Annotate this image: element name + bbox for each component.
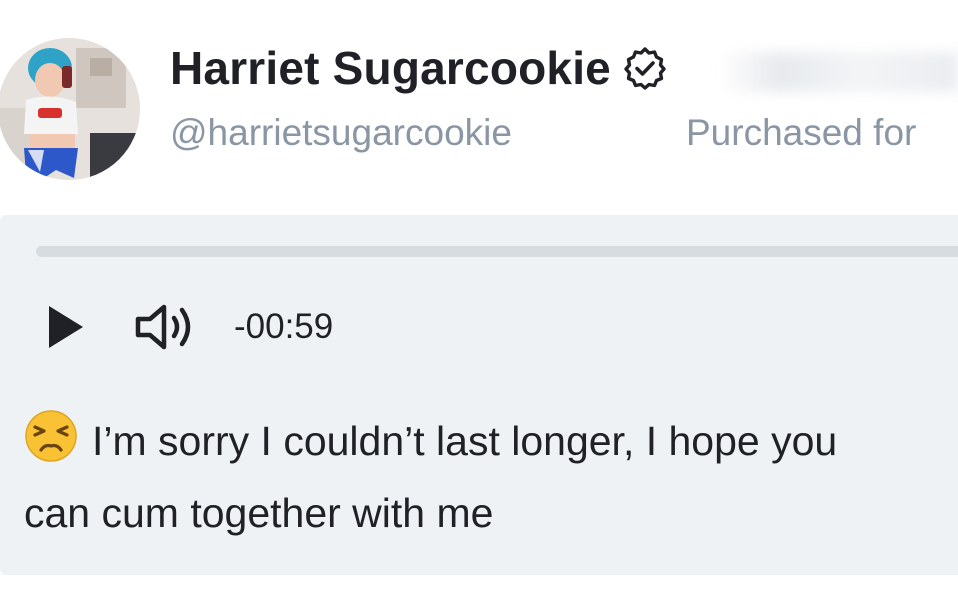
time-remaining: -00:59 bbox=[234, 307, 334, 346]
play-button[interactable] bbox=[42, 301, 88, 353]
audio-progress-bar[interactable] bbox=[36, 246, 958, 257]
display-name[interactable]: Harriet Sugarcookie bbox=[170, 41, 611, 95]
purchased-label: Purchased for bbox=[686, 112, 917, 153]
audio-message: -00:59 I’m sorry I couldn’t last longer,… bbox=[0, 215, 958, 575]
username[interactable]: @harrietsugarcookie bbox=[170, 112, 512, 154]
volume-button[interactable] bbox=[134, 299, 200, 355]
post-card: Harriet Sugarcookie @harrietsugarcookie … bbox=[0, 0, 958, 593]
play-icon bbox=[49, 306, 83, 348]
avatar[interactable] bbox=[0, 38, 140, 180]
blurred-region bbox=[718, 52, 958, 92]
footer-strip bbox=[0, 575, 958, 593]
verified-badge-icon bbox=[623, 46, 667, 90]
message-line-1: I’m sorry I couldn’t last longer, I hope… bbox=[24, 405, 958, 477]
persevering-face-emoji-icon bbox=[24, 409, 78, 463]
display-name-row: Harriet Sugarcookie bbox=[170, 38, 667, 98]
avatar-image bbox=[0, 38, 140, 180]
audio-controls: -00:59 bbox=[42, 295, 333, 359]
volume-icon bbox=[135, 304, 191, 350]
message-line-1-text: I’m sorry I couldn’t last longer, I hope… bbox=[92, 418, 838, 464]
message-line-2: can cum together with me bbox=[24, 490, 494, 536]
message-text: I’m sorry I couldn’t last longer, I hope… bbox=[24, 405, 958, 549]
post-header: Harriet Sugarcookie @harrietsugarcookie … bbox=[0, 0, 958, 215]
